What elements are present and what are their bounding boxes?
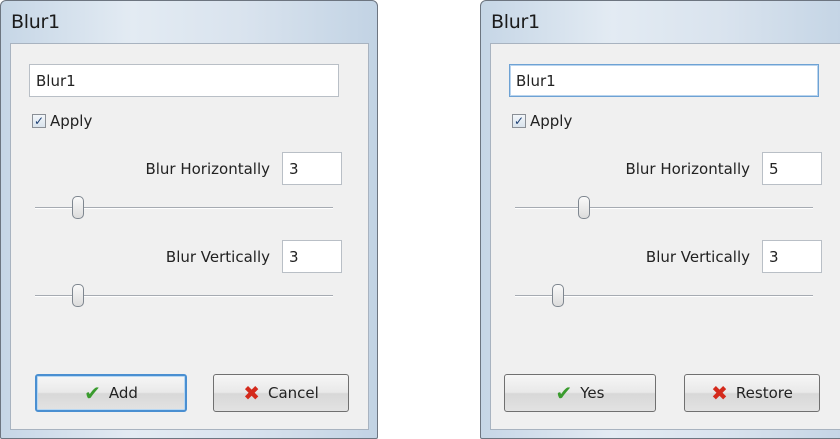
check-icon: ✔	[84, 381, 101, 405]
effect-name-input[interactable]	[29, 64, 339, 97]
add-button-label: Add	[108, 384, 138, 402]
blur-vertically-slider[interactable]	[35, 284, 333, 308]
blur-horizontally-input[interactable]	[762, 152, 822, 185]
cancel-button[interactable]: ✖ Cancel	[213, 374, 349, 412]
yes-button-label: Yes	[580, 384, 605, 402]
apply-label: Apply	[530, 112, 573, 130]
apply-checkbox[interactable]: ✓	[512, 114, 526, 128]
dialog-body: ✓ Apply Blur Horizontally Blur Verticall…	[490, 43, 840, 430]
title-bar[interactable]: Blur1	[481, 1, 840, 43]
blur-horizontally-input[interactable]	[282, 152, 342, 185]
slider-thumb[interactable]	[578, 196, 590, 219]
x-icon: ✖	[711, 381, 728, 405]
blur-vertically-input[interactable]	[762, 240, 822, 273]
x-icon: ✖	[243, 381, 260, 405]
blur-vertically-input[interactable]	[282, 240, 342, 273]
slider-thumb[interactable]	[552, 284, 564, 307]
dialog-body: ✓ Apply Blur Horizontally Blur Verticall…	[10, 43, 369, 430]
apply-checkbox-row[interactable]: ✓ Apply	[512, 112, 572, 130]
apply-checkbox-row[interactable]: ✓ Apply	[32, 112, 92, 130]
blur-vertically-label: Blur Vertically	[165, 248, 270, 266]
blur-horizontally-slider[interactable]	[515, 196, 813, 220]
blur-vertically-label: Blur Vertically	[645, 248, 750, 266]
dialog-title: Blur1	[491, 11, 540, 33]
check-icon: ✔	[555, 381, 573, 405]
blur-horizontally-label: Blur Horizontally	[625, 160, 750, 178]
cancel-button-label: Cancel	[267, 384, 319, 402]
restore-button-label: Restore	[735, 384, 793, 402]
blur-dialog-edit: Blur1 ✓ Apply Blur Horizontally Blur Ver…	[480, 0, 840, 439]
dialog-title: Blur1	[11, 11, 60, 33]
apply-checkbox[interactable]: ✓	[32, 114, 46, 128]
slider-thumb[interactable]	[72, 284, 84, 307]
title-bar[interactable]: Blur1	[1, 1, 377, 43]
blur-vertically-slider[interactable]	[515, 284, 813, 308]
add-button[interactable]: ✔ Add	[35, 374, 187, 412]
slider-thumb[interactable]	[72, 196, 84, 219]
blur-horizontally-label: Blur Horizontally	[145, 160, 270, 178]
effect-name-input[interactable]	[509, 64, 819, 97]
blur-dialog-add: Blur1 ✓ Apply Blur Horizontally Blur Ver…	[0, 0, 378, 439]
slider-track	[515, 207, 813, 209]
apply-label: Apply	[50, 112, 93, 130]
restore-button[interactable]: ✖ Restore	[684, 374, 820, 412]
blur-horizontally-slider[interactable]	[35, 196, 333, 220]
yes-button[interactable]: ✔ Yes	[504, 374, 656, 412]
